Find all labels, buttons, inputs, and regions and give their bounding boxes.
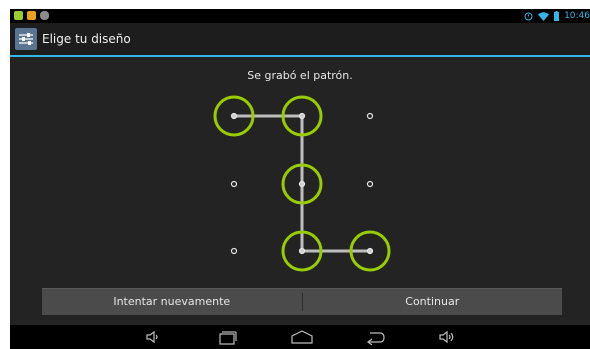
home-icon[interactable]	[290, 329, 314, 345]
unlock-pattern-grid[interactable]	[10, 9, 590, 325]
pattern-dot-r2c2[interactable]	[298, 180, 306, 188]
device-screen: 10:46 Elige tu diseño Se grabó el patrón…	[10, 9, 590, 349]
button-bar: Intentar nuevamente Continuar	[42, 288, 562, 315]
pattern-dot-r2c3[interactable]	[366, 180, 374, 188]
volume-down-icon[interactable]	[145, 329, 161, 345]
back-icon[interactable]	[364, 329, 386, 345]
recent-apps-icon[interactable]	[218, 329, 238, 345]
pattern-dot-r3c2[interactable]	[298, 247, 306, 255]
navigation-bar	[10, 325, 590, 349]
continue-button[interactable]: Continuar	[303, 289, 563, 315]
pattern-dot-r1c2[interactable]	[298, 112, 306, 120]
pattern-dot-r3c1[interactable]	[230, 247, 238, 255]
pattern-dot-r1c3[interactable]	[366, 112, 374, 120]
pattern-dot-r1c1[interactable]	[230, 112, 238, 120]
volume-up-icon[interactable]	[438, 329, 456, 345]
retry-button[interactable]: Intentar nuevamente	[42, 289, 302, 315]
pattern-dot-r2c1[interactable]	[230, 180, 238, 188]
pattern-dot-r3c3[interactable]	[366, 247, 374, 255]
